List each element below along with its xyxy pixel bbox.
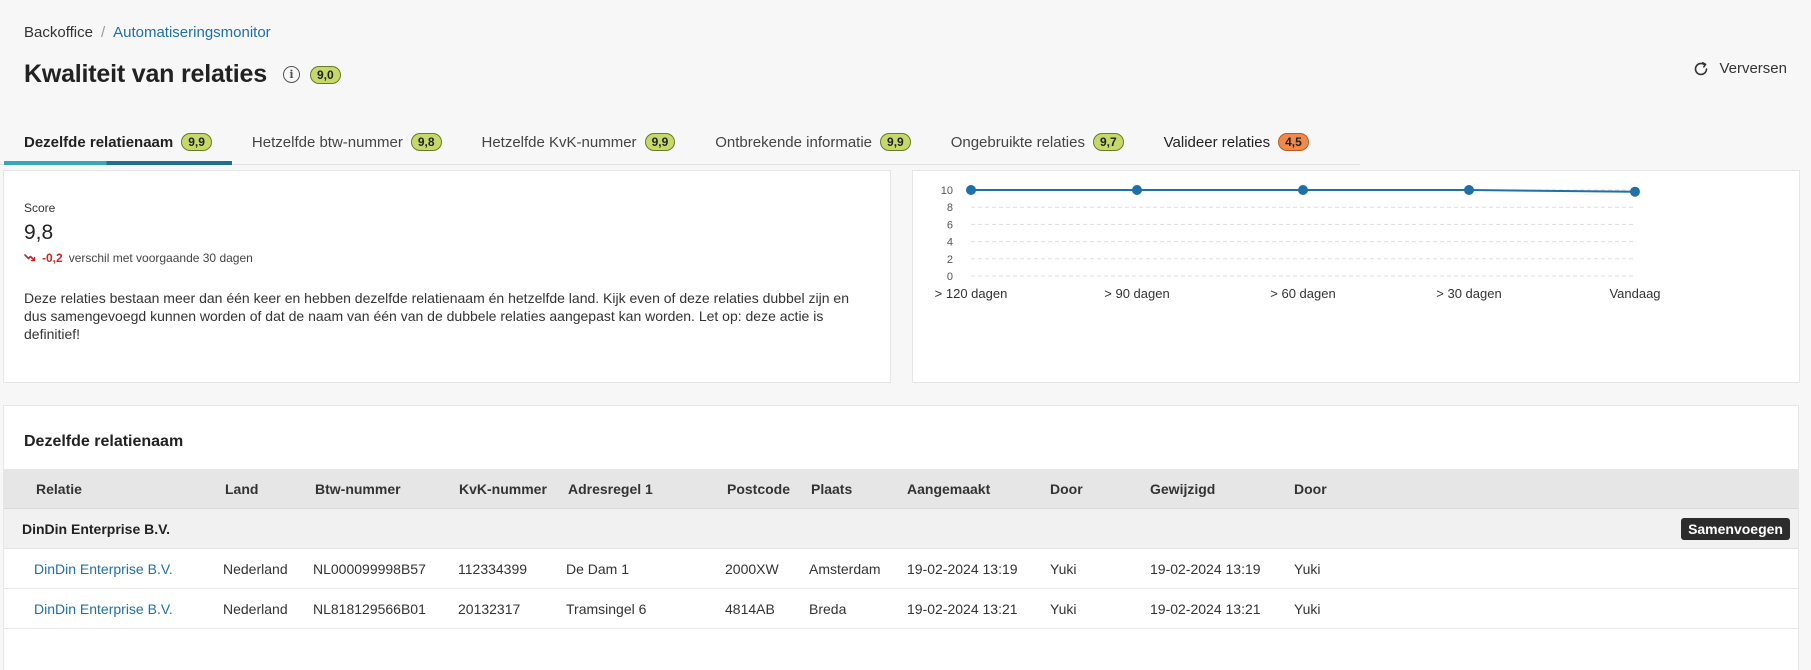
score-value: 9,8 bbox=[24, 221, 54, 244]
table-row: DinDin Enterprise B.V. Nederland NL81812… bbox=[4, 589, 1798, 629]
y-tick-label: 0 bbox=[947, 271, 953, 283]
column-header[interactable]: Land bbox=[225, 481, 258, 497]
x-tick-label: > 90 dagen bbox=[1104, 286, 1169, 301]
tab-hetzelfde-btw-nummer[interactable]: Hetzelfde btw-nummer 9,8 bbox=[232, 122, 462, 162]
score-diff-text: verschil met voorgaande 30 dagen bbox=[68, 251, 253, 265]
table-cell: Yuki bbox=[1294, 560, 1321, 577]
tab-ongebruikte-relaties[interactable]: Ongebruikte relaties 9,7 bbox=[931, 122, 1144, 162]
relation-link[interactable]: DinDin Enterprise B.V. bbox=[34, 561, 173, 577]
score-description: Deze relaties bestaan meer dan één keer … bbox=[24, 290, 849, 342]
column-header[interactable]: Relatie bbox=[36, 481, 82, 497]
y-tick-label: 2 bbox=[947, 254, 953, 266]
table-cell: NL818129566B01 bbox=[313, 600, 426, 617]
table-cell: De Dam 1 bbox=[566, 560, 630, 577]
table-header: Relatie Land Btw-nummer KvK-nummer Adres… bbox=[4, 469, 1798, 509]
score-difference: -0,2 verschil met voorgaande 30 dagen bbox=[24, 251, 870, 265]
breadcrumb-automatiseringsmonitor[interactable]: Automatiseringsmonitor bbox=[113, 24, 271, 41]
tab-label: Hetzelfde btw-nummer bbox=[251, 133, 403, 151]
table-cell: Yuki bbox=[1294, 600, 1321, 617]
tab-score-badge: 9,9 bbox=[181, 133, 212, 151]
table-row: DinDin Enterprise B.V. Nederland NL00009… bbox=[4, 549, 1798, 589]
score-card: Score 9,8 -0,2 verschil met voorgaande 3… bbox=[3, 170, 891, 383]
page-header: Kwaliteit van relaties i 9,0 bbox=[24, 60, 341, 89]
column-header[interactable]: Adresregel 1 bbox=[568, 481, 653, 497]
score-diff-value: -0,2 bbox=[42, 251, 63, 265]
y-tick-label: 4 bbox=[947, 237, 953, 249]
breadcrumb-separator: / bbox=[100, 24, 106, 41]
table-cell: 19-02-2024 13:19 bbox=[1150, 560, 1261, 577]
score-trend-chart: 0 2 4 6 8 10 > 120 dagen > 90 dagen > 60 dagen > … bbox=[912, 170, 1800, 383]
tab-score-badge: 9,9 bbox=[880, 133, 911, 151]
column-header[interactable]: Door bbox=[1050, 481, 1083, 497]
tab-hetzelfde-kvk-nummer[interactable]: Hetzelfde KvK-nummer 9,9 bbox=[462, 122, 696, 162]
table-cell: Nederland bbox=[223, 600, 288, 617]
table-cell: NL000099998B57 bbox=[313, 560, 426, 577]
group-name: DinDin Enterprise B.V. bbox=[22, 520, 171, 537]
table-cell: Amsterdam bbox=[809, 560, 881, 577]
y-tick-label: 6 bbox=[947, 219, 953, 231]
table-cell: Breda bbox=[809, 600, 847, 617]
tab-score-badge: 9,9 bbox=[644, 133, 676, 151]
refresh-button[interactable]: Verversen bbox=[1693, 60, 1787, 77]
column-header[interactable]: Btw-nummer bbox=[315, 481, 401, 497]
column-header[interactable]: Aangemaakt bbox=[907, 481, 990, 497]
info-icon[interactable]: i bbox=[282, 66, 300, 83]
merge-button[interactable]: Samenvoegen bbox=[1681, 518, 1790, 540]
breadcrumb-backoffice[interactable]: Backoffice bbox=[24, 24, 93, 41]
tab-bar: Dezelfde relatienaam 9,9 Hetzelfde btw-n… bbox=[0, 122, 1360, 165]
table-cell: Yuki bbox=[1050, 560, 1077, 577]
column-header[interactable]: Plaats bbox=[811, 481, 852, 497]
refresh-icon bbox=[1695, 61, 1708, 75]
duplicates-table-card: Dezelfde relatienaam Relatie Land Btw-nu… bbox=[3, 405, 1799, 670]
column-header[interactable]: Postcode bbox=[727, 481, 790, 497]
table-cell: Yuki bbox=[1050, 600, 1077, 617]
tab-label: Valideer relaties bbox=[1163, 133, 1271, 151]
relation-link[interactable]: DinDin Enterprise B.V. bbox=[34, 601, 173, 617]
table-cell: 4814AB bbox=[725, 600, 775, 617]
table-cell: 19-02-2024 13:21 bbox=[907, 600, 1018, 617]
duplicate-group-row: DinDin Enterprise B.V. Samenvoegen bbox=[4, 509, 1798, 549]
table-cell: Nederland bbox=[223, 560, 288, 577]
tab-valideer-relaties[interactable]: Valideer relaties 4,5 bbox=[1144, 122, 1329, 162]
tab-score-badge: 9,8 bbox=[410, 133, 442, 151]
table-title: Dezelfde relatienaam bbox=[24, 433, 184, 450]
tab-label: Ongebruikte relaties bbox=[950, 133, 1085, 151]
overall-score-badge: 9,0 bbox=[309, 65, 341, 84]
column-header[interactable]: Door bbox=[1294, 481, 1327, 497]
score-label: Score bbox=[24, 201, 56, 215]
tab-score-badge: 9,7 bbox=[1092, 133, 1124, 151]
refresh-label: Verversen bbox=[1719, 60, 1787, 77]
data-point bbox=[1464, 185, 1474, 195]
tab-label: Dezelfde relatienaam bbox=[24, 133, 174, 151]
data-point bbox=[1630, 186, 1640, 197]
y-tick-label: 8 bbox=[947, 202, 953, 214]
table-cell: 2000XW bbox=[725, 560, 779, 577]
page-title: Kwaliteit van relaties bbox=[24, 60, 267, 88]
y-tick-label: 10 bbox=[941, 185, 953, 197]
x-tick-label: > 120 dagen bbox=[935, 286, 1008, 301]
tab-ontbrekende-informatie[interactable]: Ontbrekende informatie 9,9 bbox=[695, 122, 930, 162]
table-cell: 19-02-2024 13:21 bbox=[1150, 600, 1261, 617]
tab-label: Ontbrekende informatie bbox=[715, 133, 873, 151]
x-tick-label: > 60 dagen bbox=[1270, 286, 1335, 301]
x-tick-label: > 30 dagen bbox=[1436, 286, 1501, 301]
data-point bbox=[966, 185, 976, 195]
trend-down-icon bbox=[24, 254, 36, 262]
table-cell: 20132317 bbox=[458, 600, 521, 617]
breadcrumb: Backoffice / Automatiseringsmonitor bbox=[24, 24, 271, 41]
data-point bbox=[1298, 185, 1308, 195]
x-tick-label: Vandaag bbox=[1609, 286, 1660, 301]
column-header[interactable]: Gewijzigd bbox=[1150, 481, 1215, 497]
data-point bbox=[1132, 185, 1142, 195]
tab-score-badge: 4,5 bbox=[1278, 133, 1309, 151]
table-cell: 19-02-2024 13:19 bbox=[907, 560, 1018, 577]
tab-dezelfde-relatienaam[interactable]: Dezelfde relatienaam 9,9 bbox=[0, 122, 232, 165]
table-cell: Tramsingel 6 bbox=[566, 600, 647, 617]
column-header[interactable]: KvK-nummer bbox=[459, 481, 547, 497]
line-chart: 0 2 4 6 8 10 > 120 dagen > 90 dagen > 60 dagen > … bbox=[935, 185, 1661, 301]
tab-label: Hetzelfde KvK-nummer bbox=[481, 133, 637, 151]
table-cell: 112334399 bbox=[458, 560, 528, 577]
